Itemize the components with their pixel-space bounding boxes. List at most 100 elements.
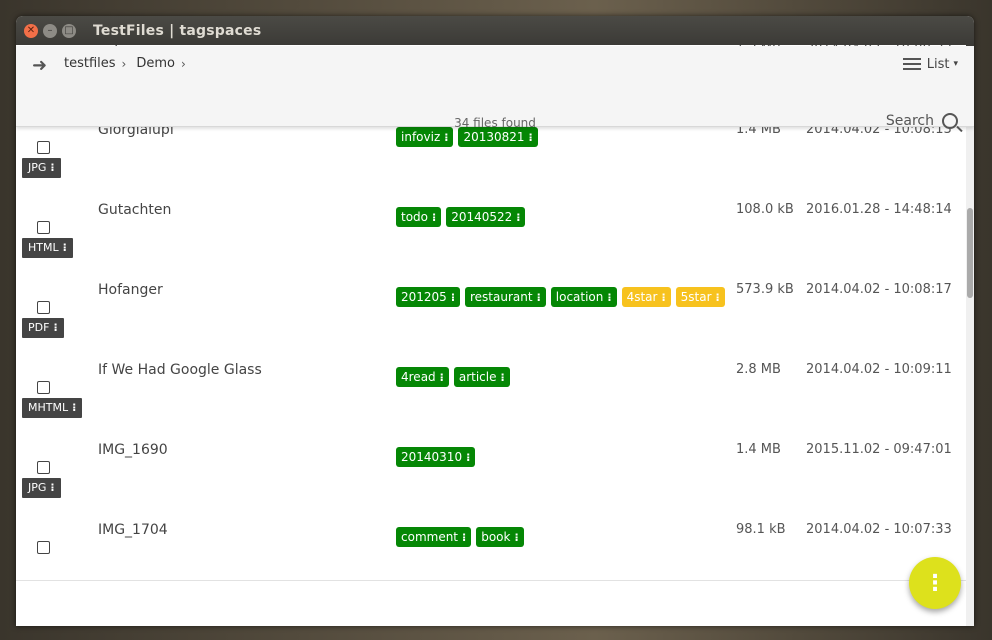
file-row[interactable]: IMG_1704 comment ⁝ book ⁝ 98.1 kB 2014.04.02 -… xyxy=(16,500,966,581)
menu-dots-icon: ⁝ xyxy=(432,211,437,224)
tag-chip[interactable]: location ⁝ xyxy=(550,287,617,307)
menu-dots-icon: ⁝ xyxy=(439,371,444,384)
files-found-count: 34 files found xyxy=(454,116,536,130)
caret-down-icon: ▾ xyxy=(953,59,958,69)
close-window-button[interactable]: ✕ xyxy=(24,24,38,38)
file-select-checkbox[interactable] xyxy=(37,301,50,314)
scrollbar-thumb[interactable] xyxy=(967,208,973,298)
file-size: 1.4 MB xyxy=(736,442,781,457)
tag-label: location xyxy=(555,290,604,304)
tag-list: todo ⁝ 20140522 ⁝ xyxy=(396,207,530,227)
tag-label: 4star xyxy=(626,290,658,304)
file-row[interactable]: If We Had Google Glass MHTML ⁝ 4read ⁝ articl… xyxy=(16,340,966,421)
file-select-checkbox[interactable] xyxy=(37,141,50,154)
tag-chip[interactable]: restaurant ⁝ xyxy=(465,287,546,307)
file-type-badge[interactable]: HTML ⁝ xyxy=(22,238,73,258)
file-name: IMG_1704 xyxy=(98,522,168,538)
file-type-badge[interactable]: JPG ⁝ xyxy=(22,478,61,498)
file-size: 108.0 kB xyxy=(736,202,794,217)
tag-label: comment xyxy=(401,530,459,544)
chevron-right-icon: › xyxy=(181,56,186,71)
window-title: TestFiles | tagspaces xyxy=(93,23,262,39)
tag-label: restaurant xyxy=(470,290,533,304)
menu-dots-icon: ⁝ xyxy=(715,291,720,304)
app-window: ✕ – □ TestFiles | tagspaces ➜ testfiles … xyxy=(16,16,974,626)
tag-label: 4read xyxy=(401,370,436,384)
menu-dots-icon: ⁝ xyxy=(462,531,467,544)
menu-dots-icon: ⁝ xyxy=(514,531,519,544)
tag-label: book xyxy=(481,530,511,544)
file-date: 2014.04.02 - 10:07:33 xyxy=(806,522,952,537)
tag-chip[interactable]: infoviz ⁝ xyxy=(396,127,454,147)
file-type-badge[interactable]: MHTML ⁝ xyxy=(22,398,83,418)
file-select-checkbox[interactable] xyxy=(37,221,50,234)
file-select-checkbox[interactable] xyxy=(37,541,50,554)
location-toolbar: ➜ testfiles › Demo › List ▾ 34 files fou… xyxy=(16,46,974,130)
file-size: 2.8 MB xyxy=(736,362,781,377)
file-list: coloursEPS⁝high⁝1.3 MB2014.04.02 - 10:08… xyxy=(16,45,966,626)
navigate-icon[interactable]: ➜ xyxy=(32,55,47,76)
maximize-window-button[interactable]: □ xyxy=(62,24,76,38)
file-date: 2016.01.28 - 14:48:14 xyxy=(806,202,952,217)
tag-label: 201205 xyxy=(401,290,447,304)
tag-label: todo xyxy=(401,210,429,224)
menu-dots-icon: ⁝ xyxy=(528,131,533,144)
menu-dots-icon: ⁝ xyxy=(466,451,471,464)
tag-chip[interactable]: 20140310 ⁝ xyxy=(396,447,476,467)
file-row[interactable]: IMG_1690 JPG ⁝ 20140310 ⁝ 1.4 MB 2015.11.02 - … xyxy=(16,420,966,501)
tag-label: 20130821 xyxy=(463,130,525,144)
menu-dots-icon: ⁝ xyxy=(536,291,541,304)
file-type-badge[interactable]: PDF ⁝ xyxy=(22,318,64,338)
file-name: Gutachten xyxy=(98,202,172,218)
menu-dots-icon: ⁝ xyxy=(516,211,521,224)
file-select-checkbox[interactable] xyxy=(37,461,50,474)
file-row[interactable]: Hofanger PDF ⁝ 201205 ⁝ restaurant ⁝ location ⁝ 4… xyxy=(16,260,966,341)
menu-dots-icon: ⁝ xyxy=(50,481,55,494)
breadcrumb-item-demo[interactable]: Demo xyxy=(136,56,175,71)
menu-dots-icon: ⁝ xyxy=(500,371,505,384)
file-size: 98.1 kB xyxy=(736,522,786,537)
scrollbar[interactable] xyxy=(966,126,974,626)
file-name: IMG_1690 xyxy=(98,442,168,458)
view-mode-dropdown[interactable]: List ▾ xyxy=(902,55,958,73)
tag-chip[interactable]: 20130821 ⁝ xyxy=(458,127,538,147)
list-view-icon xyxy=(902,55,921,73)
file-type-label: HTML xyxy=(28,241,59,254)
chevron-right-icon: › xyxy=(121,56,127,71)
tag-label: 20140310 xyxy=(401,450,463,464)
file-select-checkbox[interactable] xyxy=(37,381,50,394)
search-button[interactable]: Search xyxy=(886,113,958,129)
tag-list: 20140310 ⁝ xyxy=(396,447,480,467)
view-mode-label: List xyxy=(926,56,950,72)
menu-dots-icon: ⁝ xyxy=(450,291,455,304)
tag-chip[interactable]: book ⁝ xyxy=(476,527,524,547)
tag-chip[interactable]: 5star ⁝ xyxy=(675,287,725,307)
file-date: 2014.04.02 - 10:08:17 xyxy=(806,282,952,297)
file-type-label: JPG xyxy=(28,161,47,174)
search-icon xyxy=(942,113,958,129)
file-type-label: MHTML xyxy=(28,401,69,414)
menu-dots-icon: ⁝ xyxy=(50,161,55,174)
menu-dots-icon: ⁝ xyxy=(62,241,67,254)
file-row[interactable]: Gutachten HTML ⁝ todo ⁝ 20140522 ⁝ 108.0 kB 2016… xyxy=(16,180,966,261)
tag-chip[interactable]: todo ⁝ xyxy=(396,207,442,227)
tag-chip[interactable]: 4read ⁝ xyxy=(396,367,449,387)
search-label: Search xyxy=(885,113,934,129)
menu-dots-icon: ⁝ xyxy=(607,291,612,304)
menu-dots-icon: ⁝ xyxy=(72,401,77,414)
tag-chip[interactable]: 201205 ⁝ xyxy=(396,287,460,307)
breadcrumb-item-testfiles[interactable]: testfiles xyxy=(64,56,116,71)
tag-chip[interactable]: article ⁝ xyxy=(453,367,510,387)
tag-list: 201205 ⁝ restaurant ⁝ location ⁝ 4star ⁝ 5star ⁝ xyxy=(396,287,730,307)
more-actions-fab[interactable]: ⋮ xyxy=(909,557,961,609)
tag-chip[interactable]: 4star ⁝ xyxy=(621,287,671,307)
file-type-label: PDF xyxy=(28,321,50,334)
tag-chip[interactable]: comment ⁝ xyxy=(396,527,472,547)
file-name: If We Had Google Glass xyxy=(98,362,262,378)
menu-dots-icon: ⁝ xyxy=(53,321,58,334)
menu-dots-icon: ⁝ xyxy=(661,291,666,304)
tag-chip[interactable]: 20140522 ⁝ xyxy=(446,207,526,227)
title-bar: ✕ – □ TestFiles | tagspaces xyxy=(16,16,974,46)
file-type-badge[interactable]: JPG ⁝ xyxy=(22,158,61,178)
minimize-window-button[interactable]: – xyxy=(43,24,57,38)
